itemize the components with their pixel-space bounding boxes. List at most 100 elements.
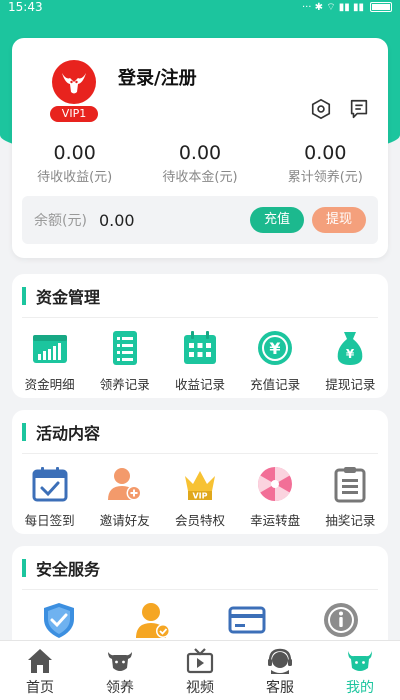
tab-label: 我的 (346, 680, 374, 696)
section-header: 资金管理 (22, 274, 378, 318)
grid-item-about[interactable] (306, 600, 376, 640)
login-register-link[interactable]: 登录/注册 (118, 64, 197, 90)
wheel-icon (258, 467, 293, 501)
grid-item-withdraw-records[interactable]: ¥ 提现记录 (315, 328, 385, 393)
message-icon[interactable] (348, 98, 370, 120)
grid-item-member-privileges[interactable]: VIP 会员特权 (165, 464, 235, 529)
status-bar: 15:43 ··· ✱ ⌔ ▮▮ ▮▮ (0, 0, 400, 14)
section-accent-bar (22, 286, 26, 305)
stat-label: 累计领养(元) (287, 170, 363, 185)
grid-item-daily-checkin[interactable]: 每日签到 (15, 464, 85, 529)
grid-item-verified-user[interactable] (118, 600, 188, 640)
balance-box: 余额(元) 0.00 充值 提现 (22, 196, 378, 244)
bull-logo-icon (53, 61, 95, 103)
yen-coin-icon: ¥ (258, 331, 293, 365)
bank-card-icon (228, 606, 266, 634)
status-icons: ··· ✱ ⌔ ▮▮ ▮▮ (302, 1, 392, 14)
tab-label: 领养 (106, 680, 134, 696)
invite-user-icon (107, 468, 142, 501)
activity-section: 活动内容 每日签到 邀请好友 VIP 会员特权 幸运转盘 抽奖记录 (12, 410, 388, 534)
tab-label: 客服 (266, 680, 294, 696)
grid-item-fund-details[interactable]: 资金明细 (15, 328, 85, 393)
balance-value: 0.00 (98, 210, 135, 230)
bottom-tab-bar: 首页 领养 视频 客服 我的 (0, 640, 400, 700)
grid-item-label: 提现记录 (325, 377, 376, 392)
shield-check-icon (44, 603, 74, 638)
vip-crown-icon: VIP (184, 471, 215, 501)
home-icon (28, 649, 52, 673)
tab-label: 首页 (26, 680, 54, 696)
chart-icon (32, 335, 67, 363)
profile-card: VIP1 登录/注册 0.00 待收收益(元) 0.00 待收本金(元) 0.0… (12, 38, 388, 258)
status-indicator-icons: ··· ✱ ⌔ ▮▮ ▮▮ (301, 1, 364, 13)
withdraw-button[interactable]: 提现 (311, 207, 366, 233)
stat-label: 待收收益(元) (37, 170, 113, 185)
svg-text:¥: ¥ (270, 339, 281, 358)
tab-home[interactable]: 首页 (0, 641, 80, 700)
section-title: 活动内容 (36, 423, 101, 443)
funds-grid: 资金明细 领养记录 收益记录 ¥ 充值记录 ¥ 提现记录 (12, 318, 388, 393)
grid-item-adopt-records[interactable]: 领养记录 (90, 328, 160, 393)
settings-icon[interactable] (310, 98, 332, 120)
stat-total-adopted: 0.00 累计领养(元) (263, 142, 388, 185)
clipboard-icon (334, 467, 366, 503)
grid-item-lucky-wheel[interactable]: 幸运转盘 (240, 464, 310, 529)
headset-icon (268, 648, 292, 674)
section-accent-bar (22, 422, 26, 441)
grid-item-label: 会员特权 (174, 513, 225, 528)
verified-user-icon (136, 603, 170, 638)
status-time: 15:43 (8, 0, 43, 14)
grid-item-label: 幸运转盘 (250, 513, 301, 528)
balance-actions: 充值 提现 (249, 207, 366, 233)
funds-section: 资金管理 资金明细 领养记录 收益记录 ¥ 充值记录 ¥ 提现记录 (12, 274, 388, 398)
section-accent-bar (22, 558, 26, 577)
security-grid (12, 590, 388, 640)
stat-pending-principal: 0.00 待收本金(元) (137, 142, 262, 185)
profile-cow-icon (348, 651, 372, 671)
grid-item-recharge-records[interactable]: ¥ 充值记录 (240, 328, 310, 393)
checkin-calendar-icon (32, 467, 68, 502)
grid-item-label: 充值记录 (250, 377, 301, 392)
list-icon (112, 331, 137, 365)
svg-text:VIP: VIP (192, 492, 207, 501)
grid-item-label: 邀请好友 (99, 513, 150, 528)
calendar-icon (183, 331, 216, 364)
profile-actions (310, 98, 370, 120)
section-header: 活动内容 (22, 410, 378, 454)
grid-item-bank-card[interactable] (212, 600, 282, 640)
cow-icon (108, 652, 132, 671)
grid-item-label: 抽奖记录 (325, 513, 376, 528)
section-title: 安全服务 (36, 559, 101, 579)
grid-item-lottery-records[interactable]: 抽奖记录 (315, 464, 385, 529)
activity-grid: 每日签到 邀请好友 VIP 会员特权 幸运转盘 抽奖记录 (12, 454, 388, 529)
tab-customer-service[interactable]: 客服 (240, 641, 320, 700)
tab-video[interactable]: 视频 (160, 641, 240, 700)
stat-pending-income: 0.00 待收收益(元) (12, 142, 137, 185)
avatar[interactable] (52, 60, 96, 104)
stat-value: 0.00 (304, 142, 347, 164)
recharge-button[interactable]: 充值 (249, 207, 304, 233)
stat-value: 0.00 (178, 142, 222, 164)
grid-item-invite-friends[interactable]: 邀请好友 (90, 464, 160, 529)
stats-row: 0.00 待收收益(元) 0.00 待收本金(元) 0.00 累计领养(元) (12, 142, 388, 185)
section-header: 安全服务 (22, 546, 378, 590)
grid-item-label: 资金明细 (24, 377, 75, 392)
section-title: 资金管理 (36, 287, 101, 307)
video-icon (186, 648, 214, 674)
stat-label: 待收本金(元) (162, 170, 238, 185)
money-bag-icon: ¥ (338, 332, 363, 365)
info-icon (324, 603, 358, 637)
tab-adopt[interactable]: 领养 (80, 641, 160, 700)
grid-item-label: 领养记录 (99, 377, 150, 392)
tab-label: 视频 (186, 680, 214, 696)
battery-icon (370, 2, 392, 12)
balance-label: 余额(元) (34, 213, 87, 229)
grid-item-income-records[interactable]: 收益记录 (165, 328, 235, 393)
vip-badge: VIP1 (50, 106, 98, 122)
stat-value: 0.00 (53, 142, 96, 164)
grid-item-label: 每日签到 (24, 513, 75, 528)
grid-item-security-shield[interactable] (24, 600, 94, 640)
tab-profile[interactable]: 我的 (320, 641, 400, 700)
svg-text:¥: ¥ (346, 347, 355, 361)
grid-item-label: 收益记录 (174, 377, 225, 392)
